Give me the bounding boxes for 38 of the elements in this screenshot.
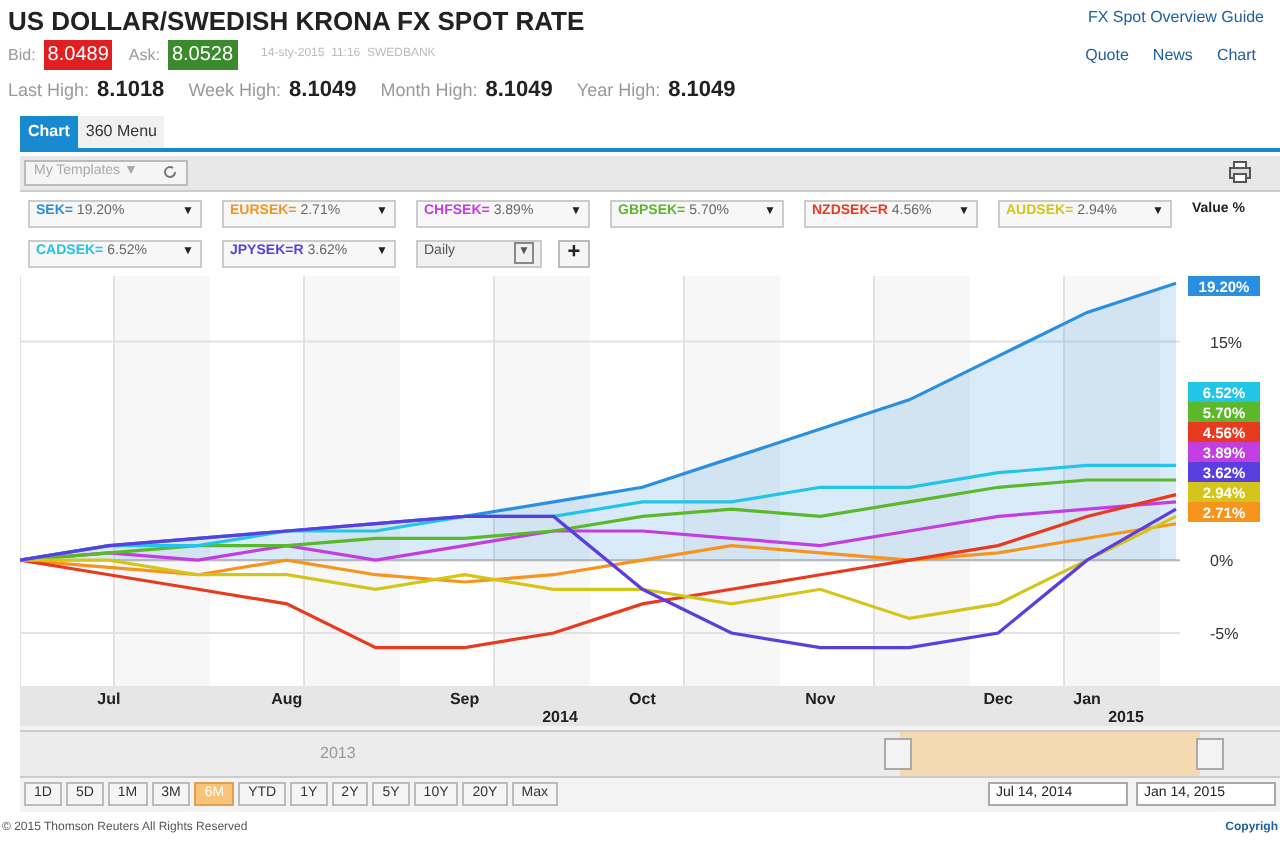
link[interactable]: Chart: [1216, 43, 1256, 67]
refresh-icon[interactable]: [162, 164, 178, 180]
x-tick-label: Nov: [805, 689, 836, 707]
y-tick-label: 15%: [1210, 332, 1243, 351]
high-value: 8.1049: [485, 76, 553, 106]
x-tick-label: Oct: [629, 689, 656, 707]
print-icon[interactable]: [1228, 160, 1252, 184]
high-value: 8.1018: [97, 76, 165, 106]
high-label: Last High:: [8, 78, 90, 104]
high-value: 8.1049: [289, 76, 357, 106]
ask-label: Ask:: [128, 43, 160, 67]
year-label: 2015: [1108, 707, 1144, 725]
high-label: Year High:: [576, 78, 661, 104]
page-title: US DOLLAR/SWEDISH KRONA FX SPOT RATE: [8, 6, 585, 36]
tab[interactable]: 360 Menu: [77, 115, 165, 147]
bid-label: Bid:: [8, 43, 36, 67]
x-tick-label: Aug: [271, 689, 303, 707]
range-handle[interactable]: [1196, 737, 1224, 769]
high-label: Month High:: [380, 78, 478, 104]
y-tick-label: -5%: [1210, 624, 1239, 642]
year-label: 2014: [542, 707, 578, 725]
x-tick-label: Sep: [449, 689, 480, 707]
bid-price: 8.0489: [43, 40, 113, 70]
link[interactable]: News: [1152, 43, 1193, 67]
high-label: Week High:: [188, 78, 282, 104]
x-tick-label: Dec: [983, 689, 1013, 707]
y-tick-label: 0%: [1210, 551, 1234, 570]
link[interactable]: Quote: [1085, 43, 1129, 67]
ask-price: 8.0528: [167, 40, 238, 70]
x-tick-label: Jan: [1073, 689, 1101, 707]
add-button[interactable]: +: [558, 239, 590, 267]
range-selection[interactable]: [900, 731, 1200, 775]
range-handle[interactable]: [884, 737, 912, 769]
guide-link[interactable]: FX Spot Overview Guide: [1087, 6, 1264, 36]
x-tick-label: Jul: [97, 689, 121, 707]
navigator-year: 2013: [320, 741, 356, 765]
tab[interactable]: Chart: [20, 115, 78, 147]
high-value: 8.1049: [668, 76, 736, 106]
